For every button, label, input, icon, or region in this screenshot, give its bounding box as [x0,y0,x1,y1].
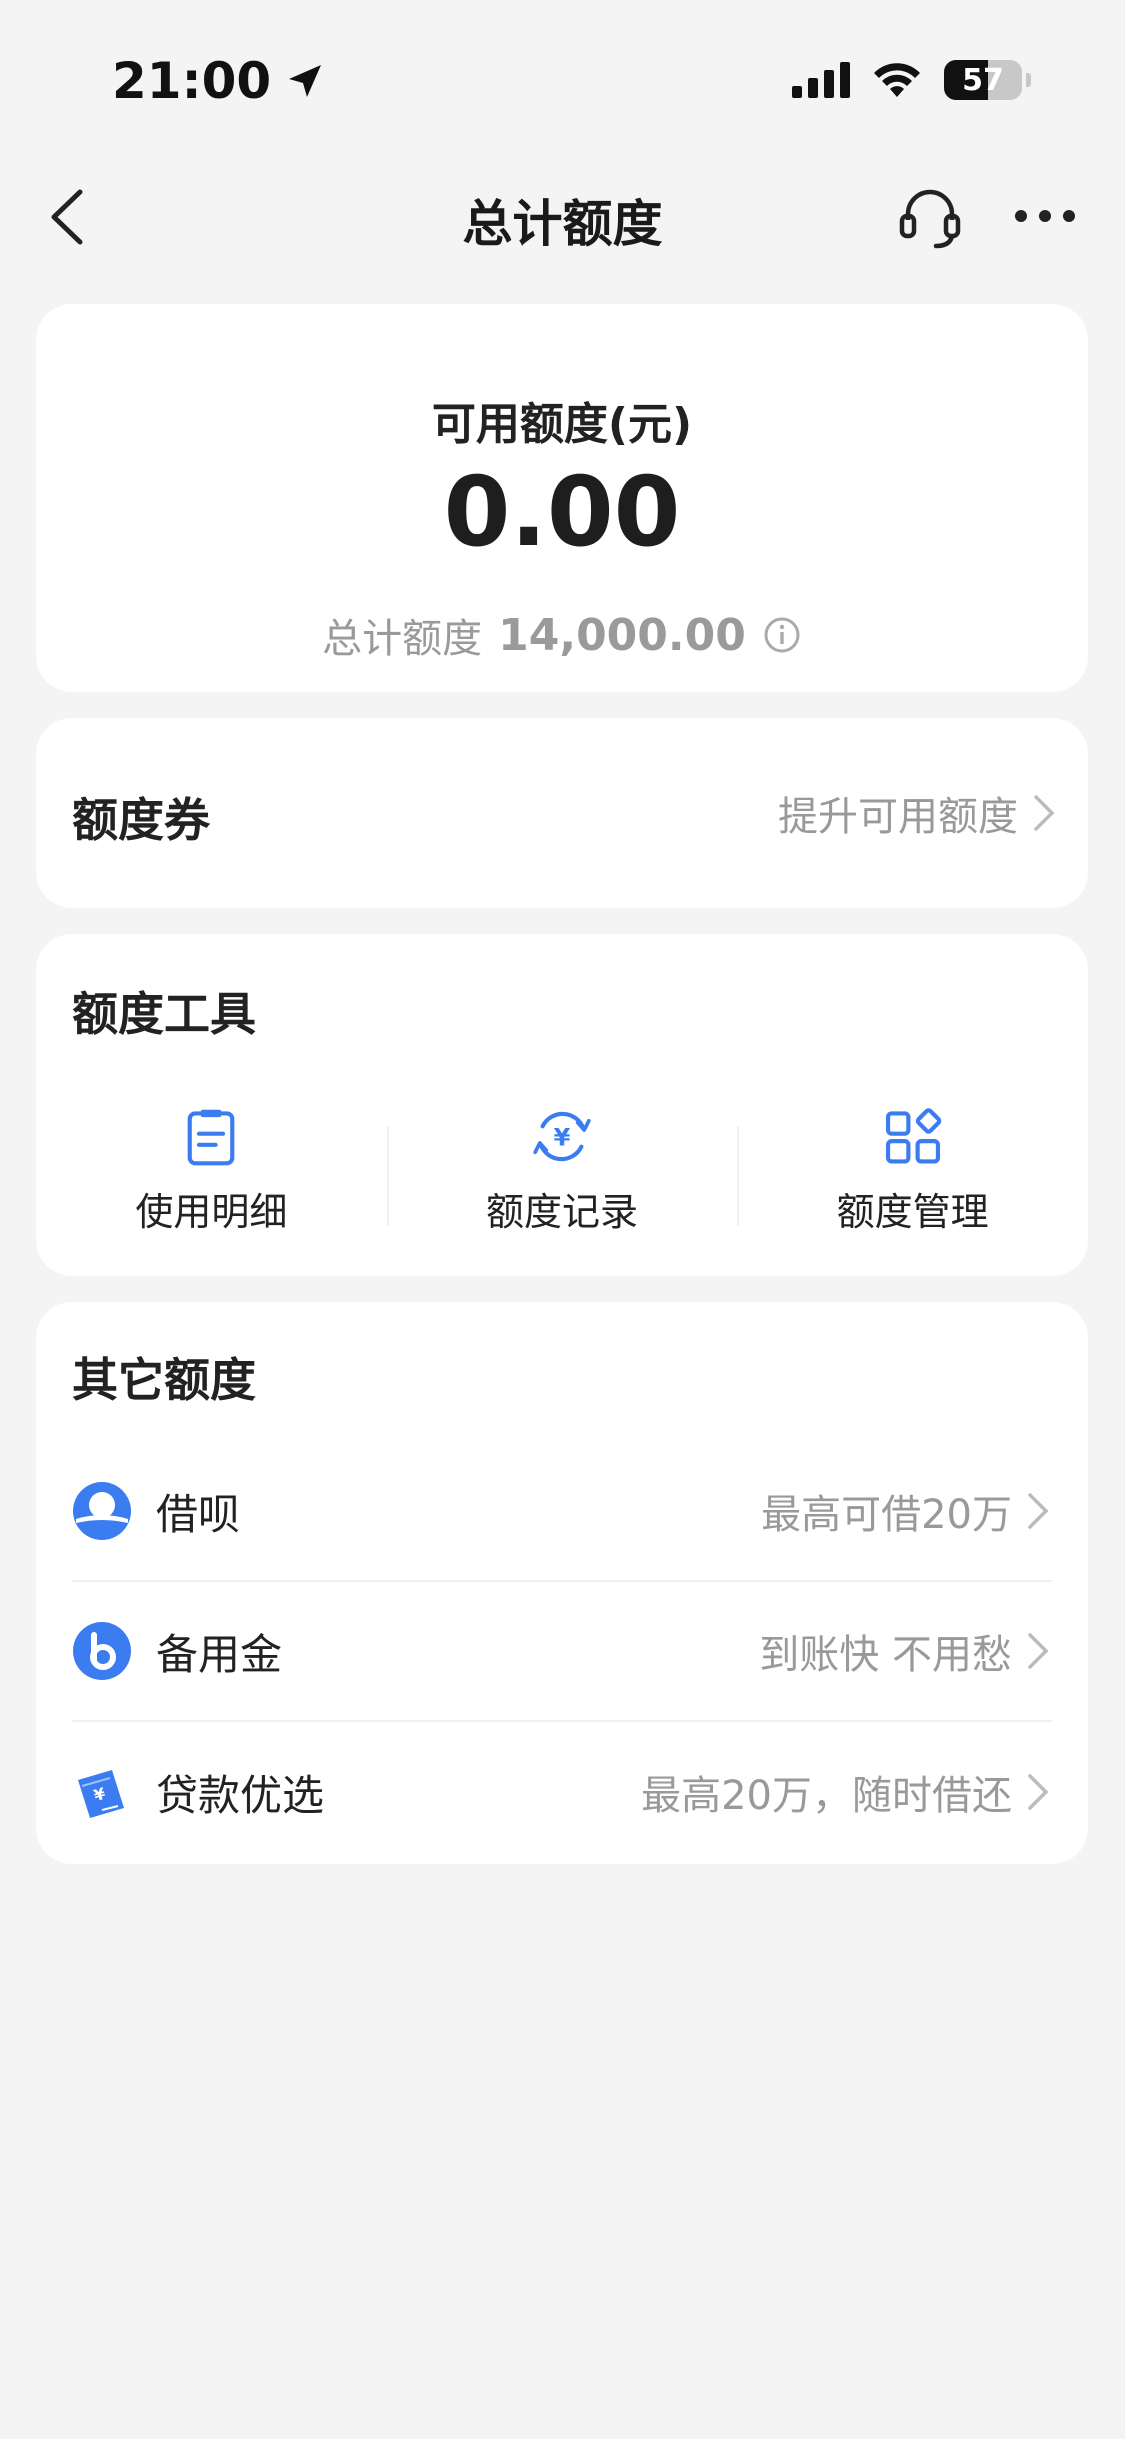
more-icon[interactable] [1012,196,1078,236]
battery-level: 57 [962,62,1004,98]
list-item-desc: 到账快 不用愁 [759,1632,1012,1678]
voucher-link-label: 提升可用额度 [778,794,1018,840]
tool-label: 使用明细 [135,1190,288,1234]
available-credit-value: 0.00 [443,456,681,568]
tool-credit-management[interactable]: 额度管理 [737,1106,1088,1236]
customer-service-icon[interactable] [896,184,964,252]
wifi-icon [874,63,920,97]
total-credit-value: 14,000.00 [498,609,746,661]
chevron-right-icon [1028,1493,1049,1529]
list-item-label: 借呗 [156,1489,241,1539]
voucher-title: 额度券 [72,793,210,847]
chevron-right-icon [1028,1774,1049,1810]
status-time: 21:00 [112,52,272,110]
tools-row: 使用明细 ¥ 额度记录 额度管理 [36,1106,1088,1236]
jiebei-icon [73,1482,131,1540]
tools-title: 额度工具 [72,987,256,1041]
tool-credit-records[interactable]: ¥ 额度记录 [386,1106,738,1236]
chevron-right-icon [1028,1633,1049,1669]
credit-tools-card: 额度工具 使用明细 ¥ 额度记录 额度管理 [36,934,1088,1276]
chevron-right-icon [1034,795,1055,831]
list-item-right: 到账快 不用愁 [759,1622,1052,1680]
location-arrow-icon [289,65,322,97]
tool-label: 额度记录 [486,1190,639,1234]
document-list-icon [187,1109,235,1166]
battery-indicator: 57 [944,60,1022,100]
tool-usage-details[interactable]: 使用明细 [36,1106,387,1236]
list-item-label: 贷款优选 [156,1770,325,1820]
status-indicators: 57 [792,60,1031,100]
loan-ticket-icon: ¥ [78,1770,124,1818]
credit-voucher-card[interactable]: 额度券 提升可用额度 [36,718,1088,908]
status-time-group: 21:00 [112,52,325,110]
list-item-right: 最高20万，随时借还 [641,1763,1052,1821]
list-item-label: 备用金 [156,1629,283,1679]
total-credit-label: 总计额度 [322,616,483,662]
list-item-jiebei[interactable]: 借呗 最高可借20万 [72,1442,1052,1582]
beiyongjin-icon [73,1622,131,1680]
other-credit-title: 其它额度 [72,1353,256,1407]
svg-text:¥: ¥ [554,1124,571,1152]
battery-cap [1026,73,1031,87]
list-item-desc: 最高可借20万 [761,1492,1012,1538]
nav-bar: 总计额度 [0,160,1125,270]
status-bar: 21:00 57 [0,0,1125,160]
available-credit-card: 可用额度(元) 0.00 总计额度 14,000.00 [36,304,1088,692]
total-credit-row: 总计额度 14,000.00 [36,606,1088,664]
list-item-desc: 最高20万，随时借还 [641,1773,1012,1819]
other-credit-card: 其它额度 借呗 最高可借20万 备用金 到账快 不用愁 ¥ 贷款优选 最高20万… [36,1302,1088,1864]
list-item-right: 最高可借20万 [761,1482,1052,1540]
list-item-beiyongjin[interactable]: 备用金 到账快 不用愁 [72,1582,1052,1722]
list-item-loan-select[interactable]: ¥ 贷款优选 最高20万，随时借还 [72,1722,1052,1862]
voucher-link[interactable]: 提升可用额度 [778,784,1058,842]
yuan-cycle-icon: ¥ [533,1111,591,1162]
cellular-signal-icon [792,62,850,98]
info-icon[interactable] [762,615,802,655]
grid-manage-icon [885,1108,941,1164]
tool-label: 额度管理 [836,1190,989,1234]
available-credit-label: 可用额度(元) [431,399,693,450]
